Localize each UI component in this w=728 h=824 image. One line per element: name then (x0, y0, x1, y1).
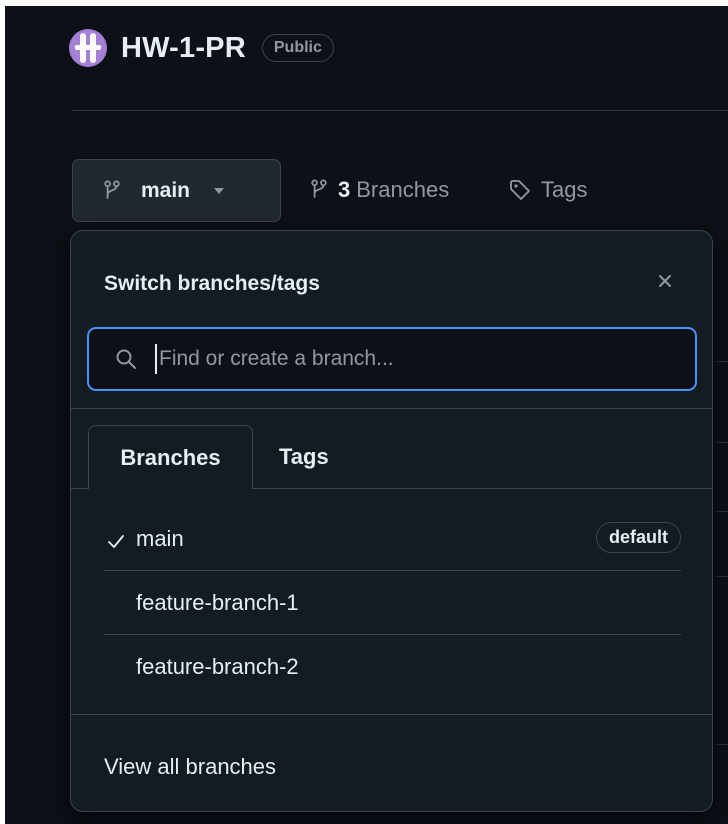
check-icon (108, 535, 124, 548)
footer-divider (71, 714, 712, 715)
branch-count: 3 (338, 177, 351, 202)
chevron-down-icon (214, 187, 225, 194)
close-icon (659, 275, 671, 287)
background-divider (717, 361, 728, 362)
tags-link[interactable]: Tags (508, 174, 587, 206)
view-all-branches-link[interactable]: View all branches (104, 754, 276, 780)
tab-tags[interactable]: Tags (279, 425, 329, 488)
branches-link-label: Branches (356, 177, 450, 202)
visibility-badge: Public (261, 34, 334, 62)
branch-item-feature-branch-1[interactable]: feature-branch-1 (104, 571, 681, 635)
branch-list: main default feature-branch-1 feature-br… (104, 507, 681, 699)
branch-search-field[interactable] (87, 327, 697, 391)
text-cursor (155, 344, 157, 374)
git-branch-icon (104, 180, 120, 199)
background-divider (717, 576, 728, 577)
popover-title: Switch branches/tags (104, 272, 320, 295)
repo-name[interactable]: HW-1-PR (121, 32, 246, 65)
background-divider (717, 442, 728, 443)
current-branch-label: main (141, 178, 191, 202)
git-branch-icon (311, 179, 327, 198)
header-divider (72, 110, 728, 111)
branch-item-feature-branch-2[interactable]: feature-branch-2 (104, 635, 681, 699)
tag-icon (510, 180, 530, 200)
search-icon (116, 349, 136, 369)
search-divider (71, 408, 712, 409)
close-button[interactable] (651, 267, 679, 295)
tab-branches[interactable]: Branches (88, 425, 253, 489)
branch-selector-button[interactable]: main (72, 159, 281, 222)
repo-header: HW-1-PR Public (69, 26, 334, 70)
background-divider (717, 511, 728, 512)
branch-switcher-popover: Switch branches/tags Branches Tags (70, 230, 713, 812)
branch-item-main[interactable]: main default (104, 507, 681, 571)
branch-name: feature-branch-2 (136, 654, 299, 679)
branch-name: feature-branch-1 (136, 589, 299, 615)
branch-tag-tabs: Branches Tags (88, 425, 696, 489)
background-divider (717, 744, 728, 745)
branch-name: main (136, 525, 184, 551)
repo-page: HW-1-PR Public main 3 Branches Tags Swit… (5, 6, 728, 824)
tags-link-label: Tags (541, 177, 588, 202)
default-badge: default (595, 522, 681, 553)
branches-link[interactable]: 3 Branches (310, 174, 449, 206)
branch-search-input[interactable] (159, 347, 639, 371)
avatar[interactable] (69, 29, 107, 67)
